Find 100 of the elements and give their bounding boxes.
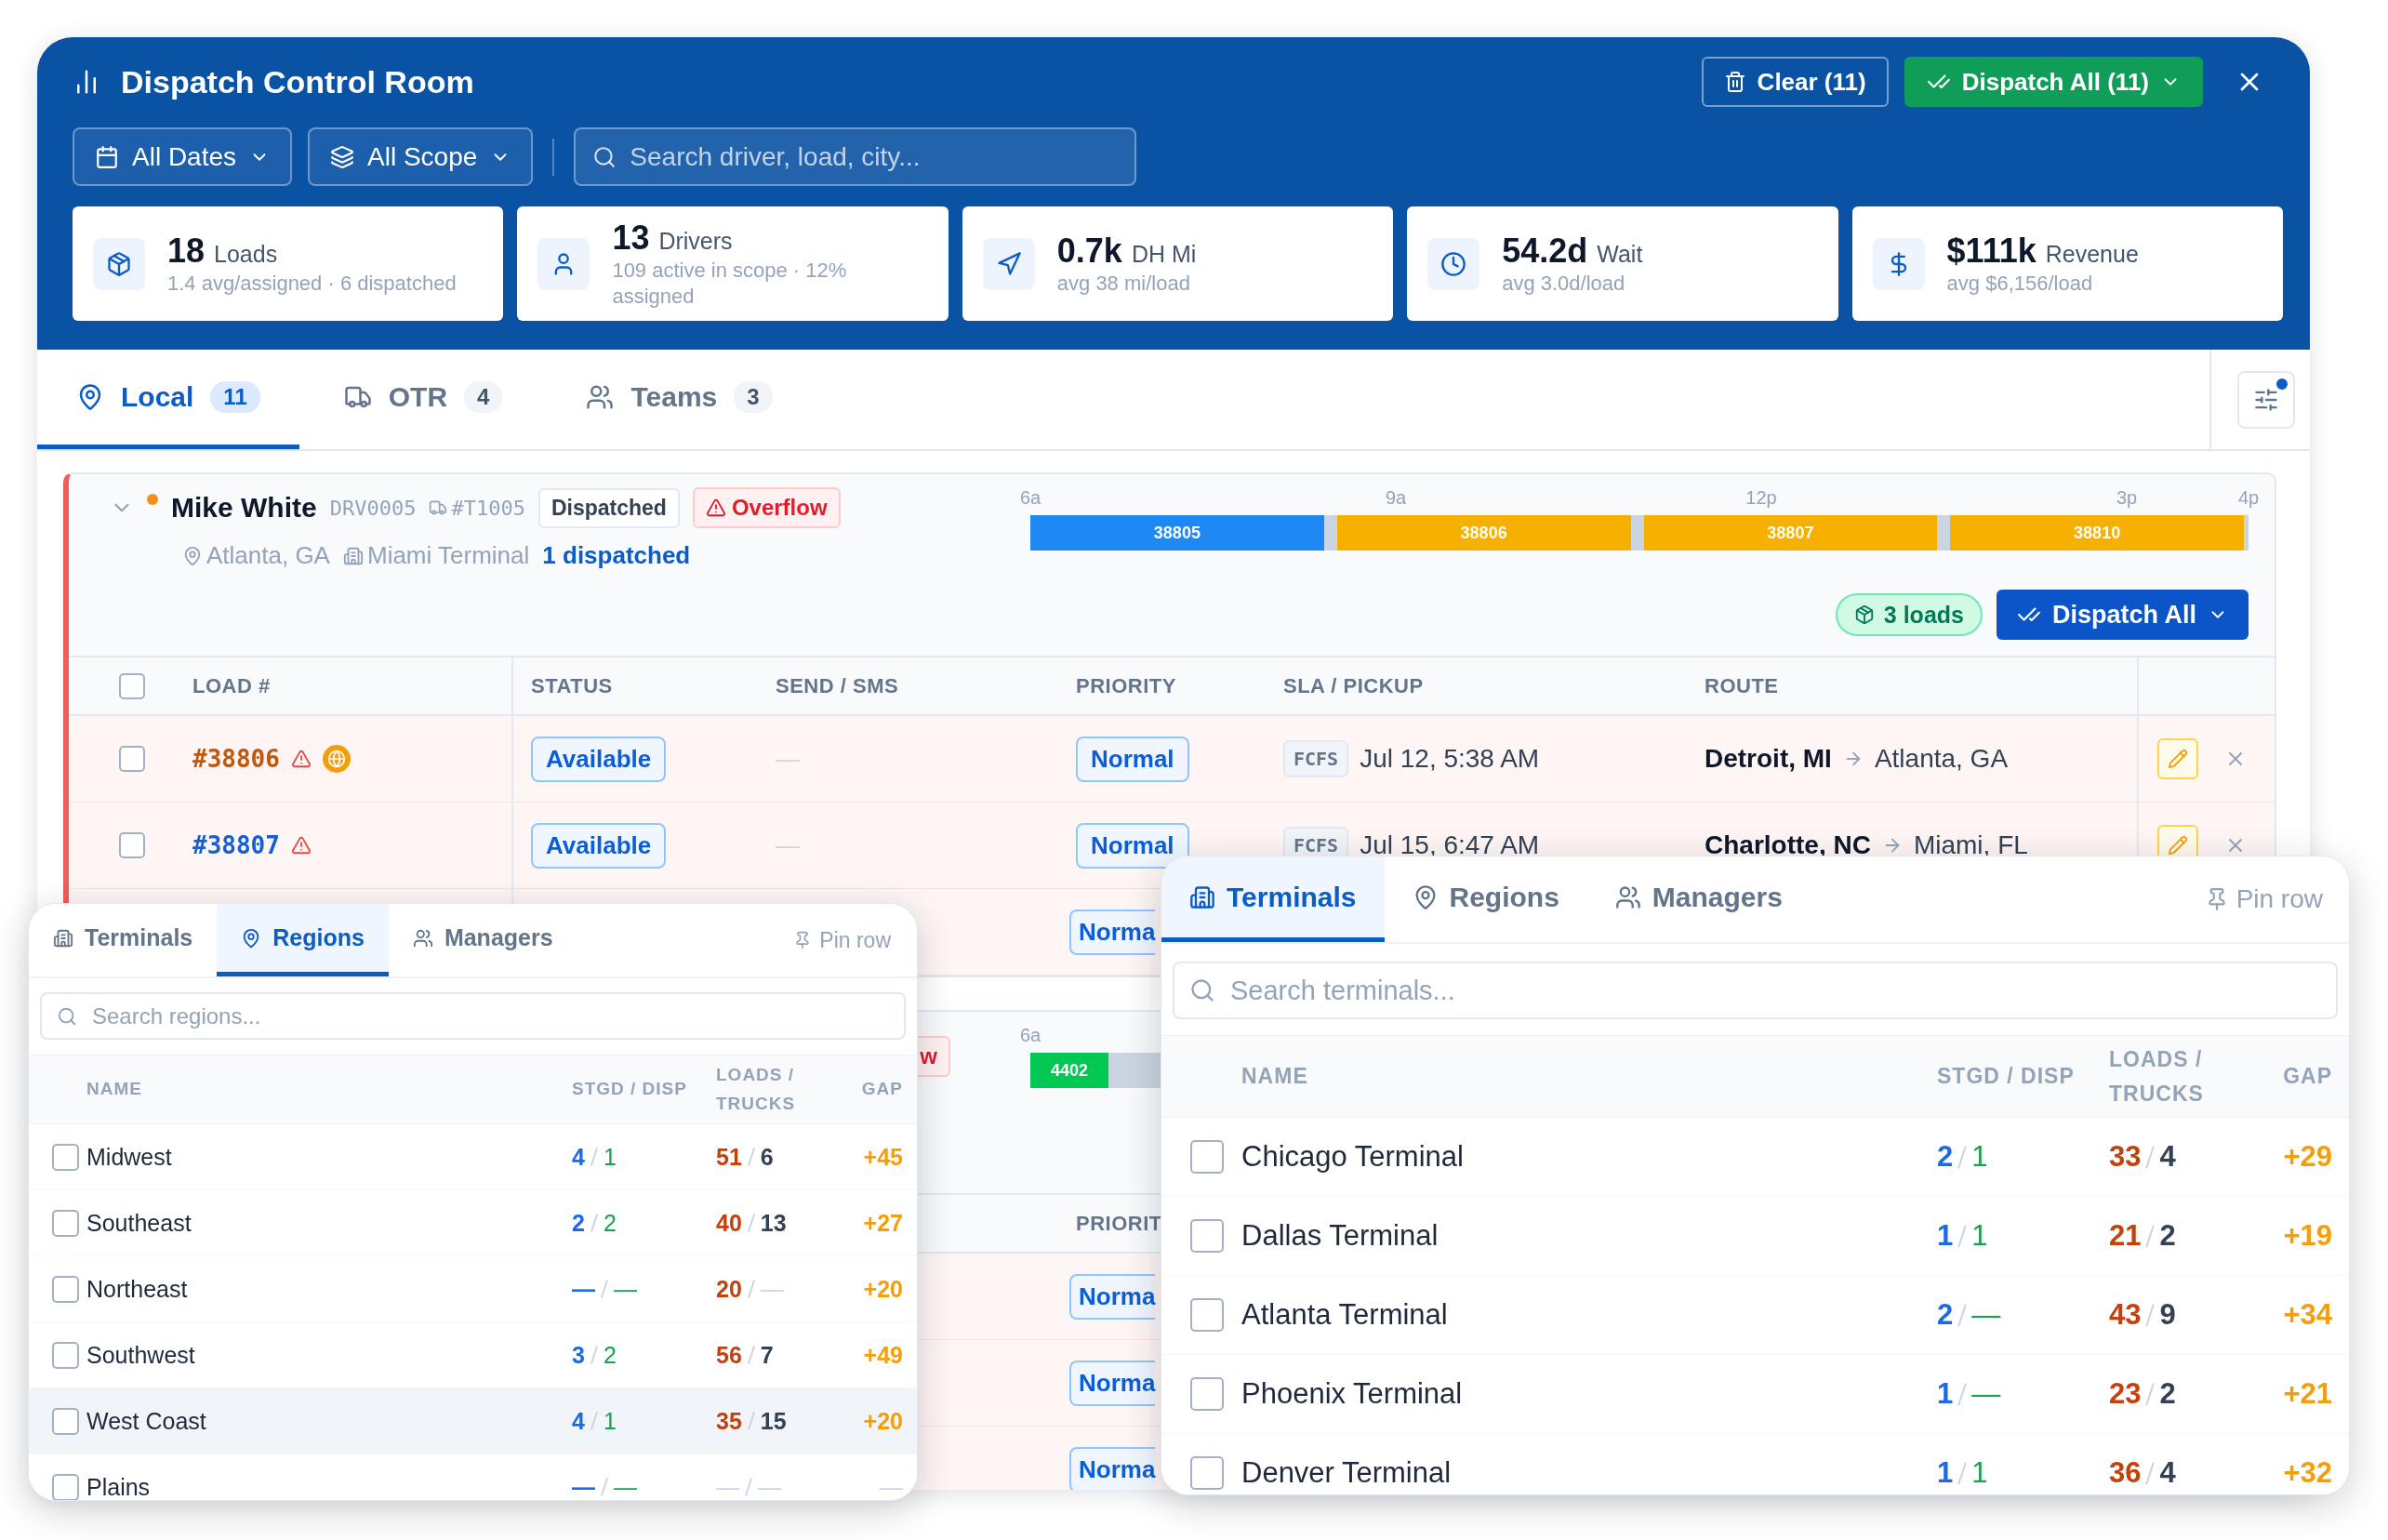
loads-count: 3 loads: [1835, 593, 1983, 636]
tab[interactable]: Local 11: [37, 350, 299, 449]
tab[interactable]: Regions: [217, 904, 389, 976]
tab[interactable]: Teams 3: [547, 350, 812, 449]
loads-count: 35: [716, 1407, 742, 1435]
timeline-bar[interactable]: 38805: [1030, 515, 1324, 551]
stat-value: $111k: [1946, 231, 2036, 271]
filter-settings-button[interactable]: [2237, 370, 2295, 429]
stat-value: 0.7k: [1056, 231, 1122, 271]
people-icon: [1614, 883, 1641, 910]
search-field[interactable]: Search terminals...: [1173, 962, 2338, 1019]
clear-button[interactable]: Clear (11): [1701, 57, 1889, 107]
trucks-count: 4: [2159, 1140, 2176, 1174]
column-header: STGD / DISP: [1937, 1063, 2076, 1091]
row-name: Midwest: [86, 1143, 173, 1171]
column-header: SLA / PICKUP: [1283, 673, 1424, 698]
checkbox[interactable]: [1190, 1140, 1224, 1174]
column-header: ROUTE: [1705, 673, 1779, 698]
stat-value: 13: [612, 219, 650, 258]
column-header: STGD / DISP: [572, 1078, 688, 1101]
driver-terminal: Miami Terminal: [366, 541, 530, 570]
checkbox[interactable]: [52, 1143, 79, 1171]
filter-dropdown[interactable]: All Scope: [308, 127, 534, 186]
list-row[interactable]: Phoenix Terminal 1 — 23 2 +21: [1161, 1355, 2349, 1434]
row-name: Dallas Terminal: [1241, 1219, 1439, 1253]
item-count: 4: [464, 381, 503, 413]
column-header: GAP: [861, 1078, 903, 1101]
stat-label: Revenue: [2045, 240, 2139, 268]
gap-value: +49: [863, 1341, 903, 1369]
sla-tag: FCFS: [1283, 740, 1349, 777]
staged-count: —: [572, 1275, 595, 1303]
checkbox[interactable]: [119, 672, 145, 699]
building-icon: [53, 927, 73, 949]
stat-detail: avg 3.0d/load: [1502, 270, 1626, 297]
loads-count: 43: [2109, 1298, 2142, 1332]
people-icon: [586, 383, 615, 411]
search-icon: [592, 144, 617, 169]
checkbox[interactable]: [119, 832, 145, 858]
driver-name: Mike White: [171, 492, 317, 524]
list-row[interactable]: Atlanta Terminal 2 — 43 9 +34: [1161, 1276, 2349, 1355]
load-number[interactable]: #38807: [192, 831, 280, 859]
tab[interactable]: Managers: [388, 904, 577, 976]
loads-count: 51: [716, 1143, 742, 1171]
row-name: West Coast: [86, 1407, 207, 1435]
dispatched-count: —: [614, 1275, 637, 1303]
stat-value: 54.2d: [1502, 231, 1588, 271]
checkbox[interactable]: [1190, 1298, 1224, 1332]
stat-label: Wait: [1597, 240, 1643, 268]
checkbox[interactable]: [52, 1473, 79, 1500]
list-row[interactable]: Dallas Terminal 1 1 21 2 +19: [1161, 1197, 2349, 1276]
box-icon: [106, 250, 132, 277]
checkbox[interactable]: [119, 746, 145, 772]
list-row[interactable]: Denver Terminal 1 1 36 4 +32: [1161, 1434, 2349, 1494]
list-row[interactable]: Midwest 4 1 51 6 +45: [29, 1124, 917, 1190]
staged-count: 1: [1937, 1219, 1954, 1253]
list-row[interactable]: Northeast — — 20 — +20: [29, 1256, 917, 1322]
status-tag: Available: [531, 736, 667, 782]
checkbox[interactable]: [1190, 1219, 1224, 1253]
row-name: Plains: [86, 1473, 152, 1500]
building-icon: [342, 545, 364, 566]
loads-count: —: [716, 1473, 739, 1500]
load-number[interactable]: #38806: [192, 745, 280, 773]
staged-count: 1: [1937, 1377, 1954, 1411]
tab[interactable]: Terminals: [29, 904, 218, 976]
checkbox[interactable]: [1190, 1456, 1224, 1490]
tab[interactable]: Terminals: [1161, 856, 1385, 942]
filter-dropdown[interactable]: All Dates: [73, 127, 293, 186]
row-name: Southwest: [86, 1341, 196, 1369]
dispatched-link[interactable]: 1 dispatched: [542, 541, 691, 570]
list-row[interactable]: Chicago Terminal 2 1 33 4 +29: [1161, 1118, 2349, 1197]
time-label: 4p: [2237, 487, 2260, 509]
pencil-icon: [2168, 749, 2188, 769]
notification-dot: [2275, 376, 2289, 392]
search-icon: [57, 1005, 77, 1027]
checkbox[interactable]: [52, 1209, 79, 1237]
priority-tag: Norma: [1069, 1273, 1156, 1320]
list-row[interactable]: Southeast 2 2 40 13 +27: [29, 1190, 917, 1256]
tab[interactable]: OTR 4: [304, 350, 542, 449]
dispatch-all-button[interactable]: Dispatch All (11): [1904, 57, 2203, 107]
loads-count: 40: [716, 1209, 742, 1237]
search-icon: [1189, 977, 1215, 1003]
route-origin: Detroit, MI: [1705, 744, 1832, 774]
priority-tag: Normal: [1076, 822, 1189, 869]
column-header: PRIORITY: [1076, 673, 1176, 698]
staged-count: 4: [572, 1407, 585, 1435]
dispatch-all-button[interactable]: Dispatch All: [1996, 590, 2249, 640]
edit-button[interactable]: [2157, 738, 2198, 779]
checkbox[interactable]: [52, 1341, 79, 1369]
sms-value: —: [776, 744, 800, 774]
gap-value: +20: [863, 1275, 903, 1303]
list-row[interactable]: Southwest 3 2 56 7 +49: [29, 1322, 917, 1388]
search-field[interactable]: Search regions...: [40, 992, 906, 1040]
dispatched-count: —: [1971, 1298, 2001, 1332]
checkbox[interactable]: [52, 1275, 79, 1303]
list-row[interactable]: West Coast 4 1 35 15 +20: [29, 1388, 917, 1454]
checkbox[interactable]: [1190, 1377, 1224, 1411]
list-row[interactable]: Plains — — — — —: [29, 1454, 917, 1500]
checkbox[interactable]: [52, 1407, 79, 1435]
column-header: LOADS / TRUCKS: [2109, 1045, 2205, 1108]
gap-value: —: [880, 1473, 903, 1500]
